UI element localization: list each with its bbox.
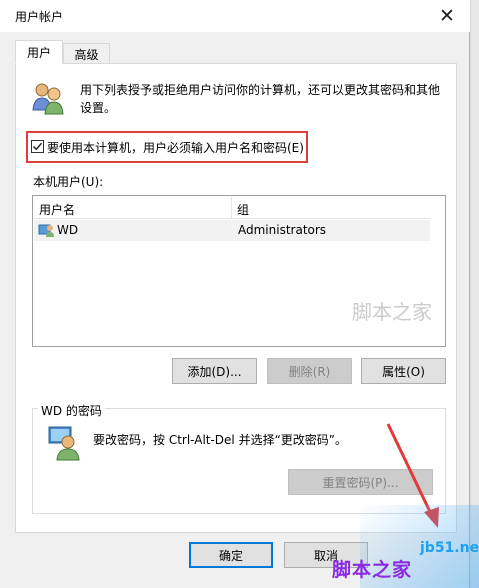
list-header: 用户名 组 (34, 197, 430, 219)
watermark-text-faint: 脚本之家 (352, 300, 432, 324)
username-cell: WD (57, 223, 79, 237)
watermark-site: jb51.net (420, 540, 479, 556)
remove-user-button[interactable]: 删除(R) (267, 358, 352, 384)
local-users-label: 本机用户(U): (33, 175, 104, 189)
column-header-username[interactable]: 用户名 (39, 201, 75, 218)
checkmark-icon (32, 142, 43, 151)
add-user-button[interactable]: 添加(D)... (172, 358, 257, 384)
column-header-group[interactable]: 组 (237, 201, 249, 218)
close-button[interactable]: ✕ (424, 0, 470, 31)
users-icon (32, 83, 64, 115)
tab-users[interactable]: 用户 (15, 40, 63, 64)
user-password-icon (48, 426, 80, 461)
title-bar[interactable]: 用户帐户 ✕ (0, 0, 470, 32)
group-cell: Administrators (238, 223, 327, 237)
password-group-title: WD 的密码 (38, 402, 105, 419)
require-login-label[interactable]: 要使用本计算机，用户必须输入用户名和密码(E) (47, 139, 304, 156)
properties-button[interactable]: 属性(O) (361, 358, 446, 384)
require-login-checkbox[interactable] (31, 140, 44, 153)
close-icon: ✕ (439, 4, 455, 27)
password-instructions: 要改密码，按 Ctrl-Alt-Del 并选择“更改密码”。 (93, 433, 348, 447)
ok-button[interactable]: 确定 (189, 542, 273, 568)
watermark-text: 脚本之家 (332, 559, 413, 581)
window-title: 用户帐户 (15, 10, 64, 24)
user-icon (38, 224, 54, 237)
intro-text: 用下列表授予或拒绝用户访问你的计算机，还可以更改其密码和其他设置。 (80, 83, 441, 115)
column-separator[interactable] (231, 197, 232, 219)
tab-advanced[interactable]: 高级 (63, 43, 110, 65)
background-window-strip (471, 0, 479, 588)
table-row[interactable]: WD Administrators (34, 220, 430, 241)
